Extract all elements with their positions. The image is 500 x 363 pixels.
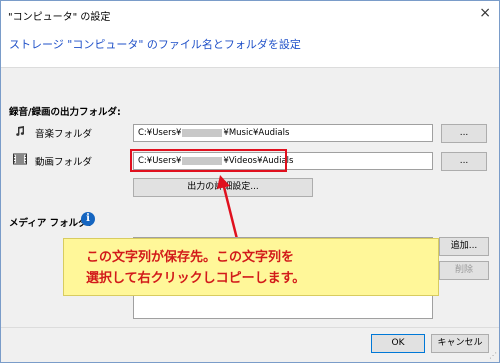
music-note-icon bbox=[16, 126, 25, 136]
callout-line-2: 選択して右クリックしコピーします。 bbox=[86, 271, 306, 286]
info-icon[interactable]: i bbox=[81, 212, 95, 226]
ok-button[interactable]: OK bbox=[371, 334, 425, 353]
add-media-folder-button[interactable]: 追加... bbox=[439, 237, 489, 256]
music-path-suffix: ¥Music¥Audials bbox=[223, 128, 290, 138]
remove-media-folder-button[interactable]: 削除 bbox=[439, 261, 489, 280]
music-folder-path-field[interactable]: C:¥Users¥ ¥Music¥Audials bbox=[133, 124, 433, 142]
header-band: ストレージ "コンピュータ" のファイル名とフォルダを設定 bbox=[1, 27, 499, 68]
dialog-subtitle: ストレージ "コンピュータ" のファイル名とフォルダを設定 bbox=[9, 38, 301, 51]
video-browse-button[interactable]: ... bbox=[441, 152, 487, 171]
music-path-prefix: C:¥Users¥ bbox=[138, 128, 182, 138]
redacted-username bbox=[182, 128, 223, 137]
media-folders-label: メディア フォルダ: bbox=[9, 218, 92, 229]
callout-line-1: この文字列が保存先。この文字列を bbox=[86, 250, 295, 265]
video-folder-label: 動画フォルダ bbox=[35, 157, 93, 168]
film-icon bbox=[13, 153, 27, 165]
red-arrow-icon bbox=[217, 175, 239, 240]
music-folder-label: 音楽フォルダ bbox=[35, 129, 93, 140]
annotation-callout: この文字列が保存先。この文字列を 選択して右クリックしコピーします。 bbox=[63, 238, 439, 296]
window-title: "コンピュータ" の設定 bbox=[8, 12, 111, 23]
cancel-button[interactable]: キャンセル bbox=[431, 334, 489, 353]
footer-separator bbox=[1, 327, 499, 328]
settings-dialog: "コンピュータ" の設定 × ストレージ "コンピュータ" のファイル名とフォル… bbox=[0, 0, 500, 363]
music-browse-button[interactable]: ... bbox=[441, 124, 487, 143]
title-bar: "コンピュータ" の設定 × bbox=[1, 1, 499, 27]
resize-grip-icon[interactable]: ⋰ bbox=[489, 351, 497, 360]
path-highlight-box bbox=[130, 149, 287, 172]
output-folders-label: 録音/録画の出力フォルダ: bbox=[9, 107, 121, 118]
close-icon[interactable]: × bbox=[479, 5, 491, 21]
